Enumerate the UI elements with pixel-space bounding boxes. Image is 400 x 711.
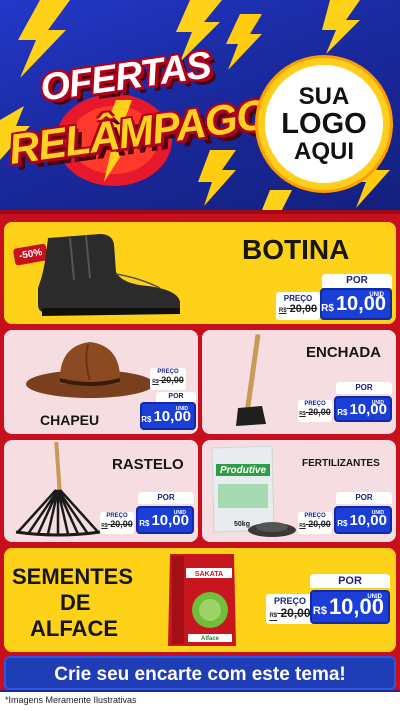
product-card-enchada[interactable]: ENCHADA POR PREÇO R$ 20,00 UNID R$ 10,00 xyxy=(202,330,396,434)
product-name: CHAPEU xyxy=(40,412,100,428)
old-price: PREÇO R$ 20,00 xyxy=(266,594,314,624)
unit-label: UNID xyxy=(371,510,384,516)
product-card-chapeu[interactable]: CHAPEU PREÇO R$ 20,00 POR UNID R$ 10,00 xyxy=(4,330,198,434)
currency-label: R$ xyxy=(337,518,348,528)
product-card-fertilizantes[interactable]: Produtive 50kg FERTILIZANTES POR PREÇO R… xyxy=(202,440,396,542)
boot-icon xyxy=(38,234,180,316)
fertilizer-bag-icon: Produtive 50kg xyxy=(211,445,296,537)
old-price: PREÇO R$ 20,00 xyxy=(100,512,134,534)
svg-text:SAKATA: SAKATA xyxy=(195,571,223,578)
svg-text:Produtive: Produtive xyxy=(220,465,267,476)
old-price-value: R$ 20,00 xyxy=(299,519,331,529)
title-block: OFERTAS RELÂMPAGO xyxy=(6,44,271,198)
price-tag: POR PREÇO R$ 20,00 UNID R$ 10,00 xyxy=(298,382,392,422)
unit-label: UNID xyxy=(175,406,188,412)
price-tag: POR PREÇO R$ 20,00 UNID R$ 10,00 xyxy=(100,492,194,534)
price-tag: POR PREÇO R$ 20,00 UNID R$ 10,00 xyxy=(266,574,390,624)
currency-label: R$ xyxy=(141,414,152,424)
svg-text:Alface: Alface xyxy=(201,636,220,642)
disclaimer-text: *Imagens Meramente Ilustrativas xyxy=(5,695,137,705)
old-price: PREÇO R$ 20,00 xyxy=(276,292,320,320)
new-price: UNID R$ 10,00 xyxy=(334,396,392,422)
header-banner: OFERTAS RELÂMPAGO SUA LOGO AQUI xyxy=(0,0,400,210)
preco-label: PREÇO xyxy=(283,294,313,303)
logo-placeholder: SUA LOGO AQUI xyxy=(258,58,390,190)
por-label: POR xyxy=(336,382,392,394)
unit-label: UNID xyxy=(367,594,382,600)
unit-label: UNID xyxy=(369,292,384,298)
svg-text:50kg: 50kg xyxy=(234,521,250,528)
logo-text-sua: SUA xyxy=(298,82,350,110)
por-label: POR xyxy=(156,392,196,402)
product-name: RASTELO xyxy=(112,456,184,473)
por-label: POR xyxy=(336,492,392,504)
currency-label: R$ xyxy=(337,407,348,417)
new-price: UNID R$ 10,00 xyxy=(136,506,194,534)
old-price-value: R$ 20,00 xyxy=(269,606,311,620)
logo-text-aqui: AQUI xyxy=(294,138,354,166)
new-price: UNID R$ 10,00 xyxy=(334,506,392,534)
old-price-value: R$ 20,00 xyxy=(101,519,133,529)
por-label: POR xyxy=(138,492,194,504)
old-price: PREÇO R$ 20,00 xyxy=(298,512,332,534)
old-price-value: R$ 20,00 xyxy=(299,407,331,417)
logo-text-logo: LOGO xyxy=(281,107,367,140)
preco-label: PREÇO xyxy=(273,596,306,606)
product-name: FERTILIZANTES xyxy=(302,458,380,469)
price-tag: POR PREÇO R$ 20,00 UNID R$ 10,00 xyxy=(298,492,392,534)
product-name: BOTINA xyxy=(242,234,350,265)
unit-label: UNID xyxy=(371,400,384,406)
product-name-line3: ALFACE xyxy=(30,616,118,641)
unit-label: UNID xyxy=(173,510,186,516)
hat-icon xyxy=(26,342,154,398)
product-name-line2: DE xyxy=(60,590,91,615)
new-price: UNID R$ 10,00 xyxy=(310,590,390,624)
price-tag-new: UNID R$ 10,00 xyxy=(140,402,196,430)
product-card-rastelo[interactable]: RASTELO POR PREÇO R$ 20,00 UNID R$ 10,00 xyxy=(4,440,198,542)
old-price-value: R$ 20,00 xyxy=(278,303,318,315)
product-card-sementes[interactable]: SEMENTES DE ALFACE SAKATA Alface POR PRE… xyxy=(4,548,396,652)
rake-icon xyxy=(15,442,101,537)
new-price: UNID R$ 10,00 xyxy=(320,288,392,320)
old-price: PREÇO R$ 20,00 xyxy=(150,368,186,390)
product-name-line1: SEMENTES xyxy=(12,564,134,589)
hoe-icon xyxy=(236,334,266,426)
new-price: UNID R$ 10,00 xyxy=(140,402,196,430)
old-price: PREÇO R$ 20,00 xyxy=(298,400,332,422)
currency-label: R$ xyxy=(312,605,327,617)
currency-label: R$ xyxy=(139,518,150,528)
seed-packet-icon: SAKATA Alface xyxy=(168,554,236,646)
product-card-botina[interactable]: -50% BOTINA POR PREÇO R$ 20,00 UNID R$ 1… xyxy=(4,222,396,324)
footer: *Imagens Meramente Ilustrativas xyxy=(0,692,400,711)
por-label: POR xyxy=(310,574,390,588)
price-tag: POR PREÇO R$ 20,00 UNID R$ 10,00 xyxy=(276,274,392,320)
por-label: POR xyxy=(322,274,392,288)
cta-banner[interactable]: Crie seu encarte com este tema! xyxy=(4,656,396,690)
currency-label: R$ xyxy=(321,302,334,314)
old-price-value: R$ 20,00 xyxy=(152,375,184,385)
product-name: ENCHADA xyxy=(306,344,381,361)
